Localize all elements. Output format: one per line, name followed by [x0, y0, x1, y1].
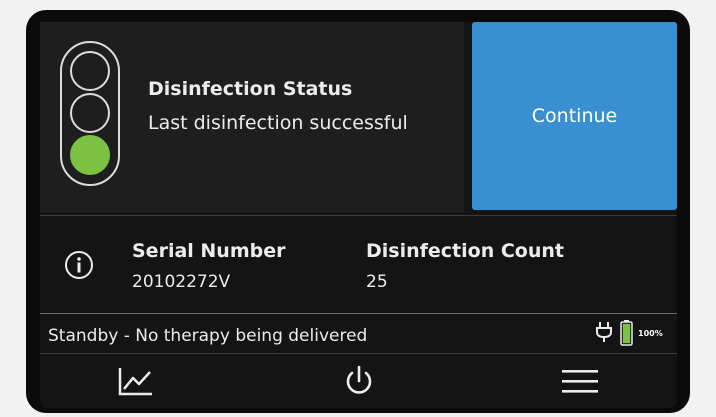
divider	[40, 215, 677, 216]
status-title: Disinfection Status	[148, 78, 353, 100]
traffic-light-lamp-middle	[70, 93, 110, 133]
menu-icon[interactable]	[560, 364, 600, 398]
serial-number-value: 20102272V	[132, 272, 231, 292]
disinfection-count-value: 25	[366, 272, 388, 292]
disinfection-status-panel: Disinfection Status Last disinfection su…	[40, 22, 464, 212]
power-icon[interactable]	[339, 364, 379, 398]
therapy-status-text: Standby - No therapy being delivered	[48, 326, 368, 346]
info-icon[interactable]	[64, 250, 94, 280]
plug-icon	[596, 322, 612, 342]
traffic-light-icon	[60, 41, 120, 186]
screen: Disinfection Status Last disinfection su…	[40, 22, 677, 408]
serial-number-label: Serial Number	[132, 240, 286, 262]
chart-icon[interactable]	[116, 364, 156, 398]
battery-percent: 100%	[638, 329, 663, 338]
divider	[40, 313, 677, 314]
disinfection-count-label: Disinfection Count	[366, 240, 564, 262]
battery-icon	[620, 320, 633, 346]
traffic-light-lamp-green	[70, 135, 110, 175]
status-subtitle: Last disinfection successful	[148, 112, 408, 134]
bottom-nav-bar	[40, 354, 677, 408]
continue-button[interactable]: Continue	[472, 22, 677, 210]
traffic-light-lamp-top	[70, 51, 110, 91]
